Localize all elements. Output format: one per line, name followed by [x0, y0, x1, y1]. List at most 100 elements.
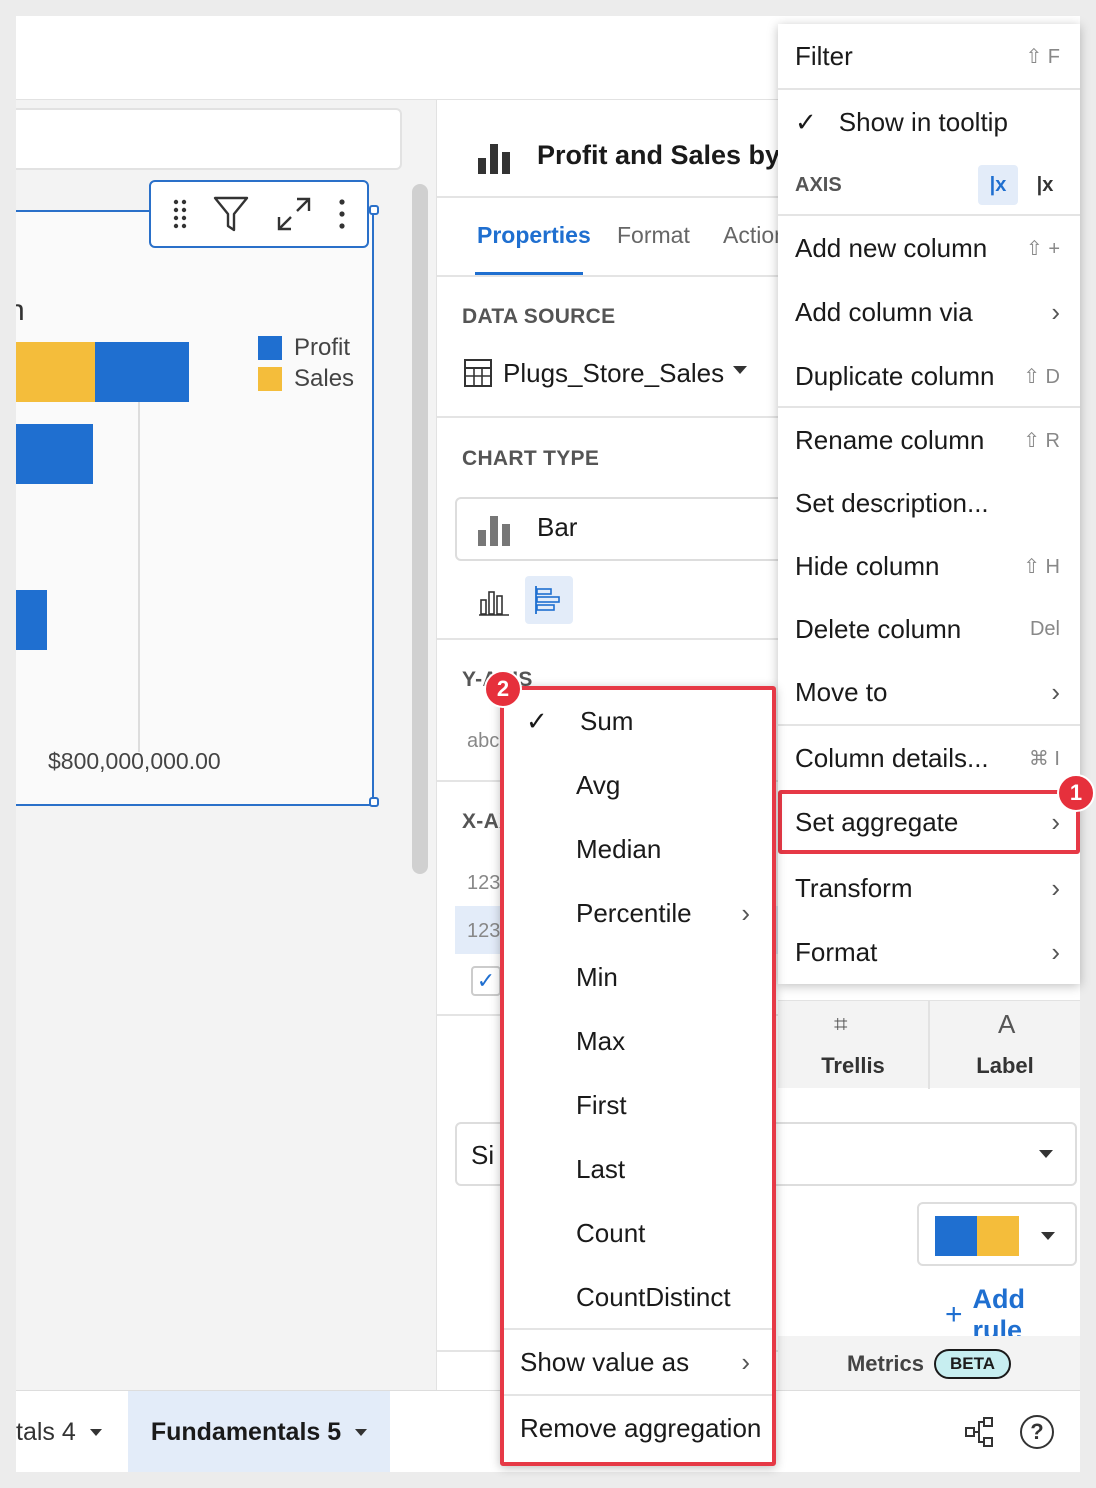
color-palette-select[interactable]: [917, 1202, 1077, 1266]
chevron-down-icon[interactable]: [1039, 1150, 1053, 1158]
menu-item-set-description[interactable]: Set description...: [778, 472, 1080, 534]
drag-handle-icon[interactable]: [172, 198, 188, 230]
aggregate-item-min[interactable]: Min: [504, 946, 772, 1008]
menu-item-duplicate-column[interactable]: Duplicate column ⇧ D: [778, 344, 1080, 408]
aggregate-item-last[interactable]: Last: [504, 1138, 772, 1200]
bar-sales[interactable]: [16, 342, 95, 402]
trellis-button[interactable]: ⌗ Trellis: [778, 1001, 928, 1089]
tab-format[interactable]: Format: [617, 222, 690, 249]
filter-icon[interactable]: [213, 195, 249, 233]
axis-toggle-group: |x |x: [978, 165, 1060, 205]
chart-card[interactable]: n Profit Sales $800,000,000.00: [16, 210, 374, 806]
legend-label: Sales: [294, 365, 355, 392]
chevron-right-icon: ›: [741, 1346, 750, 1377]
bar-chart-icon: [478, 516, 510, 546]
aggregate-item-percentile[interactable]: Percentile ›: [504, 882, 772, 944]
shortcut: ⇧ F: [1025, 45, 1060, 68]
page-tab-label: tals 4: [16, 1417, 76, 1446]
aggregate-item-label: Percentile: [576, 897, 692, 928]
aggregate-item-label: Sum: [580, 705, 634, 736]
legend-item-sales: Sales: [258, 365, 354, 393]
checkmark-icon: ✓: [795, 106, 817, 137]
menu-item-add-new-column[interactable]: Add new column ⇧ +: [778, 216, 1080, 280]
chevron-down-icon[interactable]: [733, 366, 747, 374]
metrics-row[interactable]: Metrics BETA: [778, 1336, 1080, 1392]
chevron-down-icon: [1041, 1232, 1055, 1240]
label-button[interactable]: A Label: [930, 1001, 1080, 1089]
help-icon[interactable]: ?: [1020, 1415, 1054, 1449]
aggregate-item-count[interactable]: Count: [504, 1202, 772, 1264]
menu-item-show-in-tooltip[interactable]: ✓ Show in tooltip: [778, 90, 1080, 154]
aggregate-item-countdistinct[interactable]: CountDistinct: [504, 1266, 772, 1328]
x-axis-icon[interactable]: |x: [978, 165, 1018, 205]
search-input[interactable]: [16, 108, 402, 170]
remove-aggregation-item[interactable]: Remove aggregation: [504, 1396, 772, 1460]
chevron-right-icon: ›: [1051, 936, 1060, 967]
expand-icon[interactable]: [275, 195, 313, 233]
menu-item-label: Rename column: [795, 424, 985, 455]
label-label: Label: [976, 1053, 1034, 1078]
show-value-as-item[interactable]: Show value as ›: [504, 1330, 772, 1394]
menu-item-move-to[interactable]: Move to ›: [778, 660, 1080, 724]
dropdown-value: Si: [471, 1140, 495, 1170]
aggregate-item-first[interactable]: First: [504, 1074, 772, 1136]
chevron-down-icon[interactable]: [355, 1428, 368, 1436]
bar-profit[interactable]: [16, 424, 93, 484]
aggregate-item-avg[interactable]: Avg: [504, 754, 772, 816]
lineage-icon[interactable]: [964, 1415, 996, 1449]
legend-swatch-profit: [258, 336, 282, 360]
bar-profit[interactable]: [95, 342, 189, 402]
shortcut: ⌘ I: [1028, 747, 1060, 770]
chevron-right-icon: ›: [1051, 872, 1060, 903]
menu-item-label: Filter: [795, 40, 853, 71]
trellis-icon: ⌗: [834, 1011, 848, 1038]
x-axis-alt-icon[interactable]: |x: [1030, 165, 1060, 205]
y-axis-field[interactable]: abc: [467, 730, 499, 753]
axis-label: AXIS: [795, 173, 842, 196]
menu-item-column-details[interactable]: Column details... ⌘ I: [778, 726, 1080, 790]
menu-item-hide-column[interactable]: Hide column ⇧ H: [778, 534, 1080, 598]
table-icon: [464, 359, 492, 387]
page-tab[interactable]: tals 4: [16, 1391, 128, 1472]
menu-item-label: Show in tooltip: [838, 106, 1008, 137]
checkbox[interactable]: ✓: [471, 966, 501, 996]
axis-tick-label: $800,000,000.00: [48, 748, 221, 774]
data-source-select[interactable]: Plugs_Store_Sales: [503, 358, 724, 389]
palette-swatch-blue: [935, 1216, 977, 1256]
beta-badge: BETA: [934, 1349, 1012, 1379]
data-source-label: DATA SOURCE: [462, 305, 616, 328]
scrollbar[interactable]: [412, 184, 428, 874]
checkmark-icon: ✓: [526, 705, 548, 736]
aggregate-item-sum[interactable]: ✓ Sum: [504, 690, 772, 752]
shortcut: ⇧ +: [1026, 237, 1060, 260]
chevron-down-icon[interactable]: [89, 1428, 102, 1436]
bar-profit[interactable]: [16, 590, 47, 650]
vertical-bar-icon[interactable]: [479, 588, 511, 616]
more-vertical-icon[interactable]: [338, 198, 346, 230]
aggregate-item-label: Median: [576, 833, 662, 864]
menu-item-label: Move to: [795, 676, 888, 707]
menu-item-delete-column[interactable]: Delete column Del: [778, 598, 1080, 660]
aggregate-item-max[interactable]: Max: [504, 1010, 772, 1072]
resize-handle[interactable]: [369, 797, 379, 807]
menu-item-format[interactable]: Format ›: [778, 920, 1080, 984]
panel-title: Profit and Sales by S: [537, 140, 806, 170]
menu-item-label: Format: [795, 936, 878, 967]
menu-item-label: Add new column: [795, 232, 988, 263]
legend-label: Profit: [294, 334, 351, 361]
menu-item-transform[interactable]: Transform ›: [778, 856, 1080, 920]
plus-icon: +: [945, 1298, 963, 1331]
tab-properties[interactable]: Properties: [477, 222, 591, 249]
horizontal-bar-option[interactable]: [525, 576, 573, 624]
page-tab-active[interactable]: Fundamentals 5: [128, 1391, 390, 1472]
highlight-set-aggregate: [778, 790, 1080, 854]
resize-handle[interactable]: [369, 205, 379, 215]
aggregate-item-median[interactable]: Median: [504, 818, 772, 880]
chart-toolbar: [149, 180, 369, 248]
menu-item-label: Hide column: [795, 550, 940, 581]
x-axis-field[interactable]: 123: [467, 872, 500, 895]
chevron-right-icon: ›: [1051, 296, 1060, 327]
menu-item-rename-column[interactable]: Rename column ⇧ R: [778, 408, 1080, 472]
menu-item-filter[interactable]: Filter ⇧ F: [778, 24, 1080, 88]
menu-item-add-column-via[interactable]: Add column via ›: [778, 280, 1080, 344]
